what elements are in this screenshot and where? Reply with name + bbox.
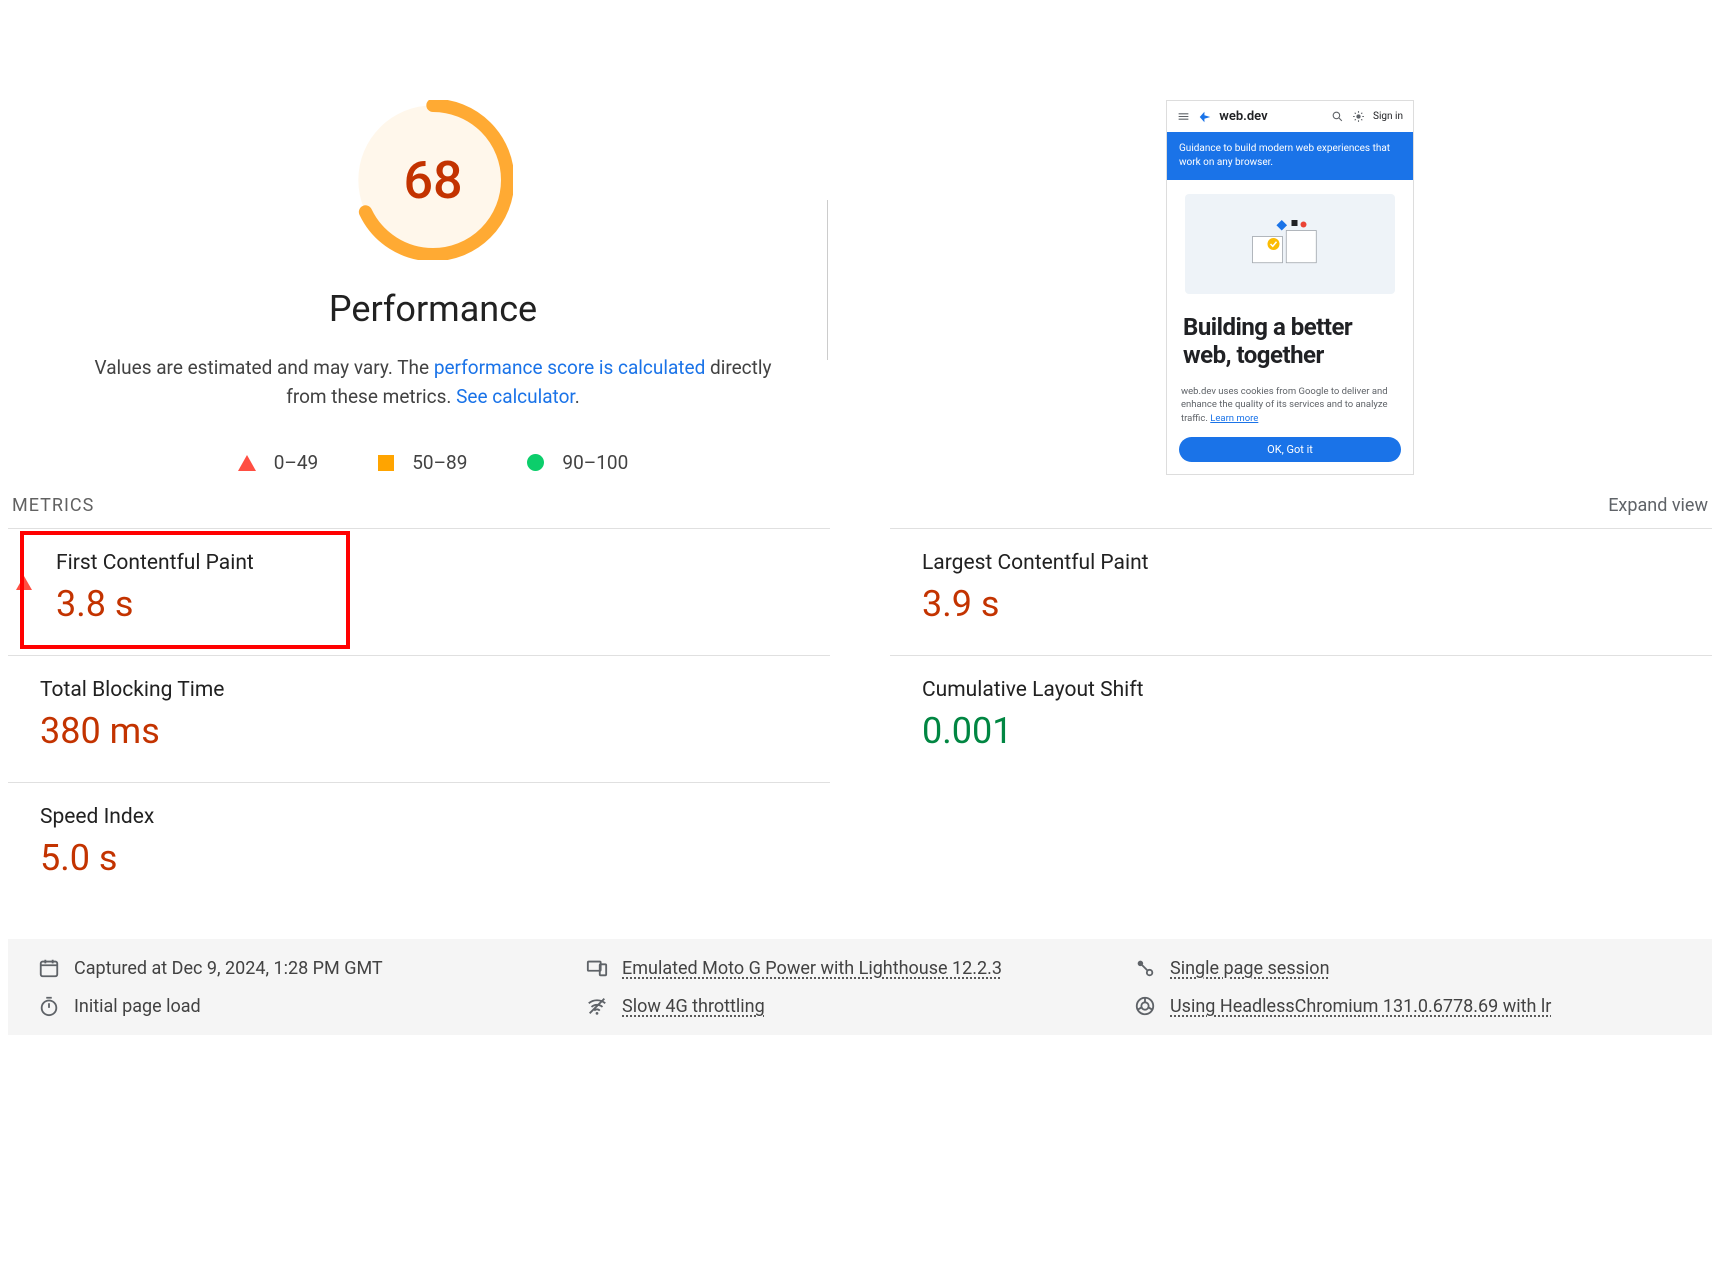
- screenshot-panel: web.dev Sign in Guidance to build modern…: [868, 100, 1712, 475]
- score-calc-link[interactable]: performance score is calculated: [434, 356, 705, 379]
- vertical-divider: [827, 200, 828, 360]
- disclaimer-text: Values are estimated and may vary. The p…: [83, 354, 783, 411]
- metric-value: 3.9 s: [922, 583, 1149, 625]
- mock-headline: Building a better web, together: [1167, 308, 1413, 379]
- mock-ok-button: OK, Got it: [1179, 437, 1401, 462]
- mock-illustration: [1185, 194, 1395, 294]
- metric-value: 5.0 s: [40, 837, 154, 879]
- legend-fail: 0–49: [238, 451, 319, 474]
- metric-name: Speed Index: [40, 805, 154, 829]
- legend-fail-label: 0–49: [274, 451, 319, 474]
- metric-card[interactable]: Largest Contentful Paint 3.9 s: [890, 528, 1712, 655]
- metric-value: 380 ms: [40, 710, 224, 752]
- metrics-header: METRICS Expand view: [8, 495, 1712, 528]
- legend-pass: 90–100: [527, 451, 628, 474]
- illustration-icon: [1245, 209, 1335, 279]
- chrome-icon: [1134, 995, 1156, 1017]
- summary-section: 68 Performance Values are estimated and …: [8, 0, 1712, 495]
- triangle-icon: [238, 455, 256, 471]
- search-icon: [1331, 110, 1344, 123]
- legend-pass-label: 90–100: [562, 451, 628, 474]
- stopwatch-icon: [38, 995, 60, 1017]
- metric-card[interactable]: Cumulative Layout Shift 0.001: [890, 655, 1712, 782]
- legend-average: 50–89: [378, 451, 467, 474]
- footer-captured: Captured at Dec 9, 2024, 1:28 PM GMT: [38, 957, 586, 979]
- calendar-icon: [38, 957, 60, 979]
- metric-name: First Contentful Paint: [56, 551, 254, 575]
- metric-card[interactable]: Total Blocking Time 380 ms: [8, 655, 830, 782]
- mock-banner: Guidance to build modern web experiences…: [1167, 132, 1413, 180]
- footer-session: Single page session: [1134, 957, 1682, 979]
- metric-name: Cumulative Layout Shift: [922, 678, 1143, 702]
- mock-header: web.dev Sign in: [1167, 101, 1413, 132]
- score-legend: 0–49 50–89 90–100: [238, 451, 629, 474]
- disclaimer-suffix: .: [575, 385, 580, 408]
- mock-brand: web.dev: [1198, 109, 1323, 124]
- mock-learn-more: Learn more: [1210, 413, 1258, 424]
- environment-footer: Captured at Dec 9, 2024, 1:28 PM GMT Emu…: [8, 939, 1712, 1035]
- metric-name: Total Blocking Time: [40, 678, 224, 702]
- see-calculator-link[interactable]: See calculator: [456, 385, 575, 408]
- devices-icon: [586, 957, 608, 979]
- mock-cookies: web.dev uses cookies from Google to deli…: [1167, 379, 1413, 431]
- performance-summary: 68 Performance Values are estimated and …: [8, 100, 828, 475]
- metrics-grid: First Contentful Paint 3.8 s Largest Conte…: [8, 528, 1712, 909]
- metric-name: Largest Contentful Paint: [922, 551, 1149, 575]
- session-icon: [1134, 957, 1156, 979]
- performance-gauge: 68: [353, 100, 513, 260]
- square-icon: [378, 455, 394, 471]
- category-title: Performance: [329, 288, 537, 330]
- footer-network: Slow 4G throttling: [586, 995, 1134, 1017]
- metrics-section-label: METRICS: [12, 495, 94, 516]
- metric-value: 3.8 s: [56, 583, 254, 625]
- expand-view-toggle[interactable]: Expand view: [1608, 495, 1708, 516]
- metric-value: 0.001: [922, 710, 1143, 752]
- network-icon: [586, 995, 608, 1017]
- circle-icon: [527, 454, 544, 471]
- page-screenshot: web.dev Sign in Guidance to build modern…: [1166, 100, 1414, 475]
- metric-card[interactable]: Speed Index 5.0 s: [8, 782, 830, 909]
- disclaimer-prefix: Values are estimated and may vary. The: [95, 356, 434, 379]
- menu-icon: [1177, 110, 1190, 123]
- legend-avg-label: 50–89: [412, 451, 467, 474]
- metric-card[interactable]: First Contentful Paint 3.8 s: [8, 528, 830, 655]
- footer-load: Initial page load: [38, 995, 586, 1017]
- footer-device: Emulated Moto G Power with Lighthouse 12…: [586, 957, 1134, 979]
- performance-score: 68: [353, 100, 513, 260]
- mock-signin: Sign in: [1373, 111, 1403, 122]
- triangle-icon: [16, 557, 32, 590]
- theme-icon: [1352, 110, 1365, 123]
- logo-icon: [1198, 110, 1212, 124]
- footer-browser: Using HeadlessChromium 131.0.6778.69 wit…: [1134, 995, 1682, 1017]
